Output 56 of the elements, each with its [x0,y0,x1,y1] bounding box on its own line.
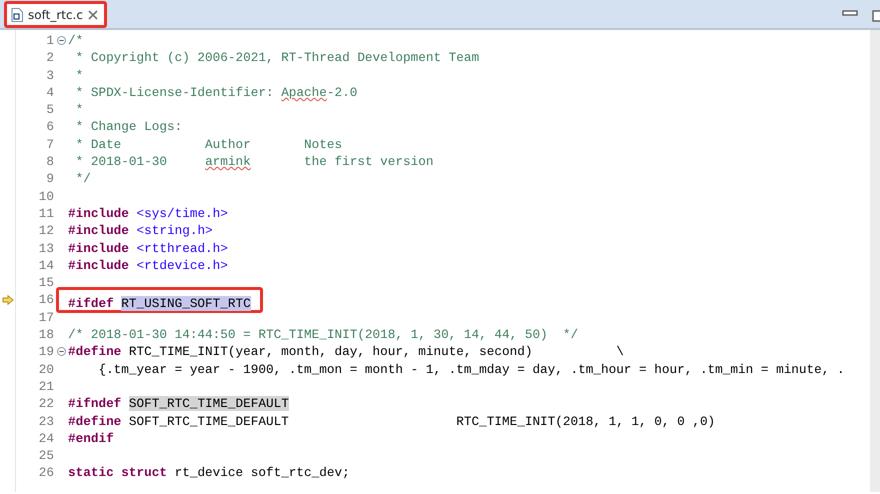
code-line: #define SOFT_RTC_TIME_DEFAULT RTC_TIME_INIT(2018, 1, 1, 0, 0 ,0) [68,412,716,430]
code-line: /* 2018-01-30 14:44:50 = RTC_TIME_INIT(2018, 1, 30, 14, 44, 50) */ [68,326,578,344]
code-line: #endif [68,430,114,448]
code-line: static struct rt_device soft_rtc_dev; [68,464,350,482]
code-line: * [74,101,84,118]
line-number: 16 [38,291,54,309]
line-number: 19 [38,343,54,361]
line-number: 10 [38,188,54,205]
code-line: * Copyright (c) 2006-2021, RT-Thread Development Team [74,49,480,67]
code-line: {.tm_year = year - 1900, .tm_mon = month - 1, .tm_mday = day, .tm_hour = hour, .tm_min = minute, . [97,360,845,378]
line-number: 2 [45,49,54,67]
line-number: 13 [38,240,54,257]
line-number: 4 [45,84,54,102]
collapse-icon[interactable] [56,347,66,356]
line-number: 1 [45,32,54,50]
code-line: #ifdef RT_USING_SOFT_RTC [68,296,251,312]
code-line: * 2018-01-30 armink the first version [74,153,434,170]
line-number: 17 [38,308,54,326]
code-line: #define RTC_TIME_INIT(year, month, day, hour, minute, second) \ [68,343,624,361]
code-line: * SPDX-License-Identifier: Apache-2.0 [74,84,358,102]
line-number: 7 [45,136,54,154]
line-number: 9 [45,170,54,188]
code-line: #include <sys/time.h> [68,204,228,222]
minimize-icon[interactable] [842,10,858,16]
line-number: 14 [38,256,54,274]
line-number: 23 [38,412,54,430]
line-number: 6 [45,118,54,136]
maximize-icon[interactable] [872,10,880,22]
code-line: * Date Author Notes [74,136,342,154]
collapse-icon[interactable] [56,36,66,46]
code-line: #include <string.h> [68,222,213,240]
code-line: #include <rtthread.h> [68,240,228,257]
file-tab[interactable]: soft_rtc.c [7,4,104,25]
line-number: 22 [38,395,54,413]
scrollbar[interactable] [870,30,880,492]
line-number: 15 [38,274,54,292]
tab-title: soft_rtc.c [28,6,83,24]
close-icon[interactable] [88,10,98,20]
line-number: 11 [38,204,54,222]
line-number: 3 [45,66,54,84]
line-number: 26 [38,464,54,482]
line-number: 20 [38,360,54,378]
line-number: 25 [38,447,54,464]
code-line: /* [68,32,84,50]
code-line: #include <rtdevice.h> [68,256,228,274]
c-file-icon [11,8,23,22]
line-number: 5 [45,101,54,118]
code-line: * Change Logs: [74,118,182,136]
line-number: 24 [38,430,54,448]
code-line: */ [74,170,91,188]
line-number: 21 [38,378,54,396]
code-line: #ifndef SOFT_RTC_TIME_DEFAULT [68,395,289,413]
code-line: * [74,66,84,84]
line-number: 12 [38,222,54,240]
line-number: 18 [38,326,54,344]
line-number: 8 [45,153,54,170]
